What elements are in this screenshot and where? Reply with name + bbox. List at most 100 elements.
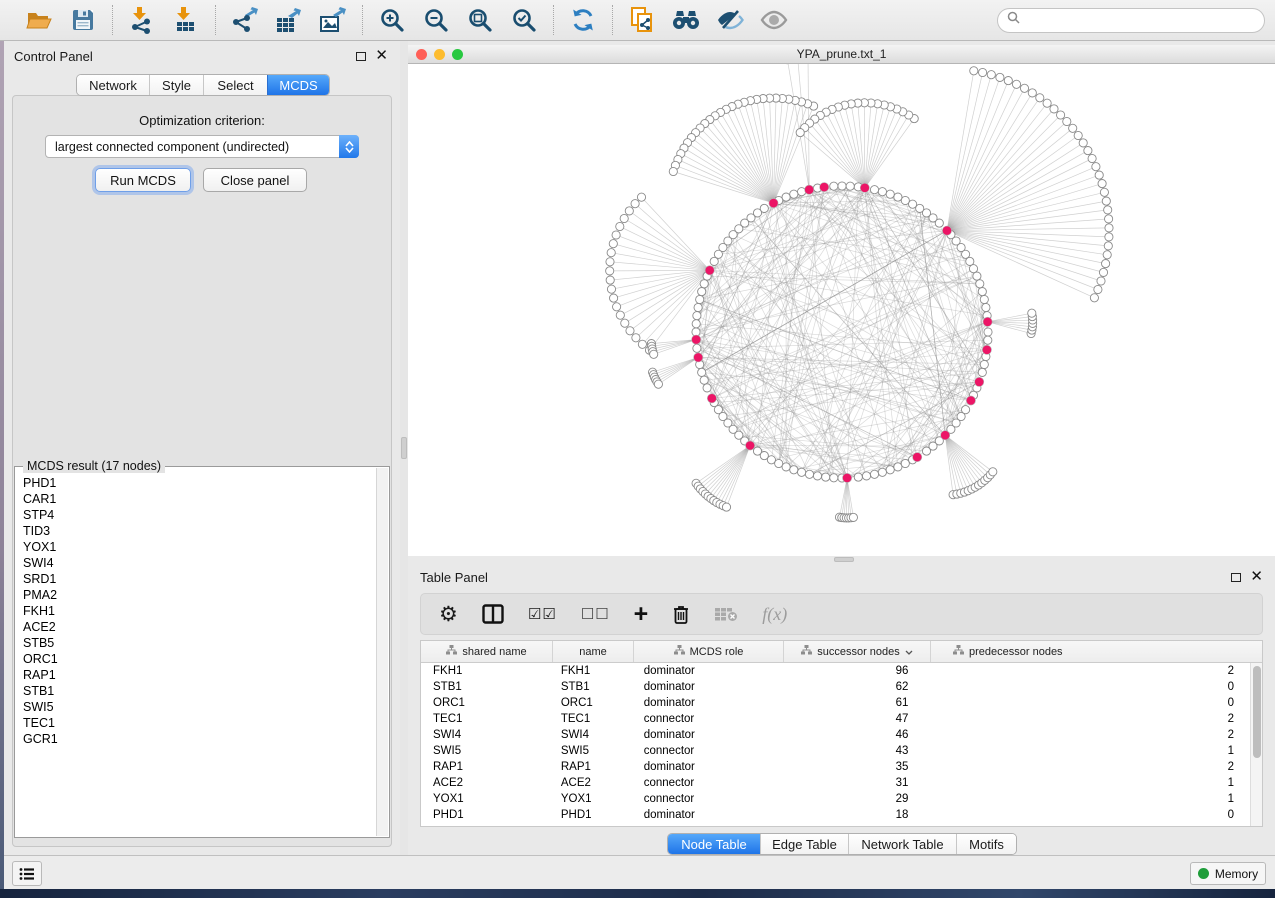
cell-shared-name: ORC1 [421,697,553,709]
mcds-result-item[interactable]: ORC1 [23,651,376,667]
vertical-splitter[interactable] [400,41,408,855]
deselect-all-checkboxes-icon[interactable]: ☐☐ [581,599,610,629]
org-chart-icon [801,645,812,658]
export-network-icon[interactable] [230,5,260,35]
mcds-result-item[interactable]: RAP1 [23,667,376,683]
save-icon[interactable] [68,5,98,35]
refresh-icon[interactable] [568,5,598,35]
export-image-icon[interactable] [318,5,348,35]
show-panels-eye-icon[interactable] [759,5,789,35]
network-window-titlebar[interactable]: YPA_prune.txt_1 [408,45,1275,64]
tab-edge-table[interactable]: Edge Table [760,834,848,854]
memory-button[interactable]: Memory [1190,862,1266,885]
table-row[interactable]: YOX1YOX1connector291 [421,791,1250,807]
table-row[interactable]: PHD1PHD1dominator180 [421,807,1250,823]
cell-successor-nodes: 61 [784,697,931,709]
table-row[interactable]: SWI5SWI5connector431 [421,743,1250,759]
cell-name: PHD1 [553,809,634,821]
table-scrollbar[interactable] [1250,663,1262,826]
horizontal-splitter-grip[interactable] [834,557,854,562]
table-row[interactable]: ORC1ORC1dominator610 [421,695,1250,711]
zoom-selected-icon[interactable] [509,5,539,35]
task-history-button[interactable] [12,861,42,886]
close-table-panel-icon[interactable]: ✕ [1250,572,1263,582]
mcds-list-scrollbar[interactable] [376,468,388,836]
mcds-result-item[interactable]: TEC1 [23,715,376,731]
mcds-result-item[interactable]: YOX1 [23,539,376,555]
search-icon [1007,11,1020,29]
column-settings-gear-icon[interactable]: ⚙ [439,599,458,629]
search-field[interactable] [1025,13,1255,27]
mcds-result-item[interactable]: SRD1 [23,571,376,587]
export-table-icon[interactable] [274,5,304,35]
cell-MCDS-role: dominator [634,809,784,821]
search-network-icon[interactable] [671,5,701,35]
vertical-splitter-grip[interactable] [401,437,407,459]
network-graph[interactable] [408,64,1275,556]
clone-network-icon[interactable] [627,5,657,35]
zoom-in-icon[interactable] [377,5,407,35]
zoom-fit-icon[interactable] [465,5,495,35]
mcds-result-item[interactable]: SWI5 [23,699,376,715]
hide-panels-eye-icon[interactable] [715,5,745,35]
mcds-result-item[interactable]: PMA2 [23,587,376,603]
control-panel-titlebar: Control Panel ✕ [4,41,400,71]
mcds-result-item[interactable]: CAR1 [23,491,376,507]
cell-MCDS-role: dominator [634,681,784,693]
run-mcds-button[interactable]: Run MCDS [95,168,191,192]
mcds-result-item[interactable]: GCR1 [23,731,376,747]
column-header-name[interactable]: name [553,641,634,662]
criterion-dropdown[interactable]: largest connected component (undirected) [45,135,359,158]
table-row[interactable]: STB1STB1dominator620 [421,679,1250,695]
select-all-checkboxes-icon[interactable]: ☑☑ [528,599,557,629]
mcds-result-item[interactable]: STB1 [23,683,376,699]
zoom-out-icon[interactable] [421,5,451,35]
add-column-icon[interactable]: + [634,599,649,629]
cell-successor-nodes: 43 [784,745,931,757]
table-toolbar: ⚙ ☑☑ ☐☐ + f(x) [420,593,1263,635]
table-row[interactable]: RAP1RAP1dominator352 [421,759,1250,775]
tab-motifs[interactable]: Motifs [956,834,1016,854]
memory-button-label: Memory [1215,867,1258,881]
horizontal-splitter[interactable] [408,556,1275,563]
column-header-predecessor-nodes[interactable]: predecessor nodes [931,641,1251,662]
column-header-MCDS-role[interactable]: MCDS role [634,641,784,662]
column-header-successor-nodes[interactable]: successor nodes [784,641,931,662]
table-scrollbar-thumb[interactable] [1253,666,1261,758]
mcds-result-list[interactable]: PHD1CAR1STP4TID3YOX1SWI4SRD1PMA2FKH1ACE2… [16,473,376,836]
tab-network[interactable]: Network [77,75,149,95]
delete-column-trash-icon[interactable] [672,599,690,629]
import-table-icon[interactable] [171,5,201,35]
cell-shared-name: RAP1 [421,761,553,773]
table-row[interactable]: FKH1FKH1dominator962 [421,663,1250,679]
close-panel-button[interactable]: Close panel [203,168,307,192]
search-input[interactable] [997,8,1265,33]
open-folder-icon[interactable] [24,5,54,35]
float-table-panel-icon[interactable] [1231,573,1241,582]
main-toolbar [0,0,1275,41]
mcds-result-item[interactable]: FKH1 [23,603,376,619]
cell-MCDS-role: dominator [634,761,784,773]
show-columns-icon[interactable] [482,599,504,629]
table-row[interactable]: SWI4SWI4dominator462 [421,727,1250,743]
mcds-result-item[interactable]: STP4 [23,507,376,523]
tab-select[interactable]: Select [203,75,267,95]
column-header-shared-name[interactable]: shared name [421,641,553,662]
close-panel-icon[interactable]: ✕ [375,51,388,61]
cell-MCDS-role: dominator [634,697,784,709]
mcds-result-item[interactable]: STB5 [23,635,376,651]
import-network-icon[interactable] [127,5,157,35]
mcds-result-item[interactable]: SWI4 [23,555,376,571]
mcds-result-title: MCDS result (17 nodes) [23,459,165,473]
table-row[interactable]: ACE2ACE2connector311 [421,775,1250,791]
tab-network-table[interactable]: Network Table [848,834,956,854]
tab-node-table[interactable]: Node Table [668,834,760,854]
float-panel-icon[interactable] [356,52,366,61]
tab-style[interactable]: Style [149,75,203,95]
tab-mcds[interactable]: MCDS [267,75,329,95]
mcds-result-item[interactable]: PHD1 [23,475,376,491]
mcds-result-item[interactable]: ACE2 [23,619,376,635]
table-row[interactable]: TEC1TEC1connector472 [421,711,1250,727]
mcds-result-item[interactable]: TID3 [23,523,376,539]
org-chart-icon [674,645,685,658]
